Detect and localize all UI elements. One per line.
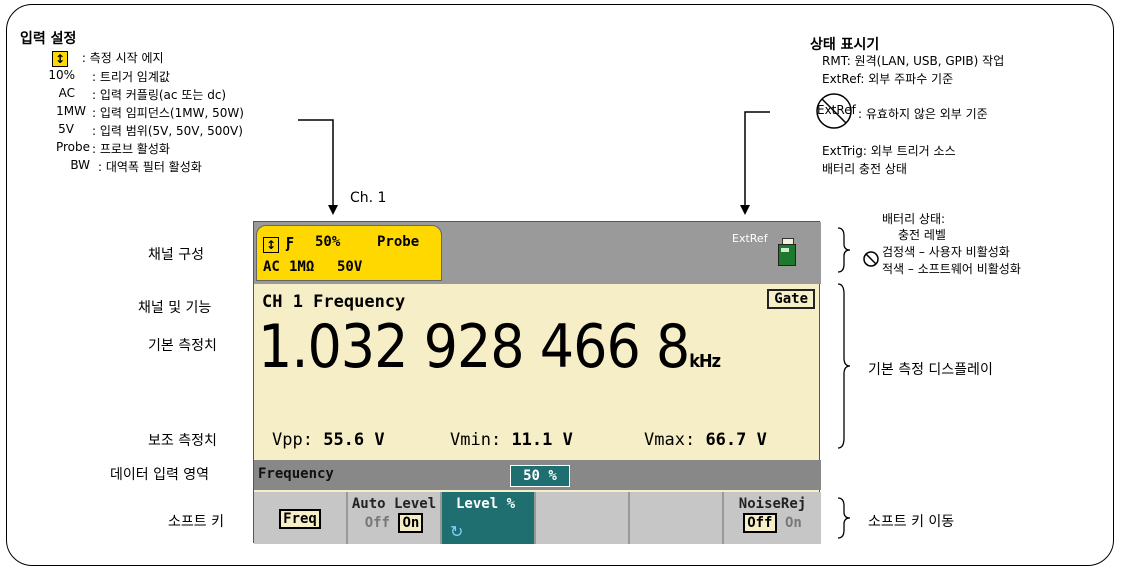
label-primary: 기본 측정치 bbox=[148, 338, 217, 354]
auto-level-off: Off bbox=[364, 515, 390, 531]
slope-icon: ↕ bbox=[263, 237, 279, 253]
auto-level-on: On bbox=[398, 513, 424, 533]
noiserej-on: On bbox=[784, 515, 802, 531]
slope-icon: ↕ bbox=[52, 50, 68, 67]
status-extref: ExtRef: 외부 주파수 기준 bbox=[822, 72, 954, 86]
label-softkeys: 소프트 키 bbox=[168, 514, 224, 530]
battery-icon bbox=[778, 238, 796, 266]
battery-status-black: 검정색 – 사용자 비활성화 bbox=[882, 245, 1010, 259]
probe-indicator: Probe bbox=[377, 234, 420, 250]
data-entry-area: Frequency 50 % bbox=[254, 460, 821, 490]
primary-value: 1.032 928 466 8 bbox=[258, 312, 690, 382]
label-secondary: 보조 측정치 bbox=[148, 433, 217, 449]
battery-status-red: 적색 – 소프트웨어 비활성화 bbox=[882, 262, 1021, 276]
primary-unit: kHz bbox=[689, 351, 721, 372]
label-softkey-nav: 소프트 키 이동 bbox=[868, 514, 955, 530]
label-data-entry: 데이터 입력 영역 bbox=[110, 467, 210, 483]
input-range: 50V bbox=[337, 259, 363, 275]
primary-measurement: 1.032 928 466 8kHz bbox=[258, 312, 721, 382]
battery-disabled-icon bbox=[863, 251, 879, 267]
label-channel-config: 채널 구성 bbox=[148, 247, 204, 263]
battery-status-title: 배터리 상태: bbox=[882, 212, 946, 226]
softkey-bar: Freq Auto Level Off On Level % ↻ NoiseRe… bbox=[254, 492, 821, 544]
status-exttrig: ExtTrig: 외부 트리거 소스 bbox=[822, 144, 956, 158]
softkey-blank-1[interactable] bbox=[536, 492, 630, 544]
coupling: AC bbox=[263, 259, 280, 275]
softkey-freq[interactable]: Freq bbox=[254, 492, 348, 544]
edge-icon: Ƒ bbox=[285, 234, 295, 252]
battery-status-level: 충전 레벨 bbox=[898, 228, 946, 242]
ch1-label: Ch. 1 bbox=[350, 190, 387, 206]
status-indicators-title: 상태 표시기 bbox=[810, 37, 880, 53]
softkey-auto-level[interactable]: Auto Level Off On bbox=[348, 492, 442, 544]
instrument-display: ↕ Ƒ 50% Probe AC 1MΩ 50V ExtRef CH 1 Fre… bbox=[253, 221, 821, 544]
input-settings-title: 입력 설정 bbox=[20, 31, 77, 47]
status-extref-invalid: : 유효하지 않은 외부 기준 bbox=[858, 107, 988, 121]
gate-indicator: Gate bbox=[767, 289, 815, 309]
noiserej-off: Off bbox=[743, 513, 777, 533]
secondary-vmin: Vmin: 11.1 V bbox=[450, 430, 573, 450]
label-channel-function: 채널 및 기능 bbox=[138, 300, 212, 316]
extref-invalid-icon: ExtRef bbox=[815, 92, 856, 130]
status-rmt: RMT: 원격(LAN, USB, GPIB) 작업 bbox=[822, 54, 1005, 68]
softkey-level-pct[interactable]: Level % ↻ bbox=[442, 492, 536, 544]
status-battery: 배터리 충전 상태 bbox=[822, 162, 907, 176]
trigger-level: 50% bbox=[315, 234, 341, 250]
channel-config-tab[interactable]: ↕ Ƒ 50% Probe AC 1MΩ 50V bbox=[256, 225, 442, 281]
impedance: 1MΩ bbox=[289, 259, 315, 275]
softkey-blank-2[interactable] bbox=[630, 492, 724, 544]
secondary-vpp: Vpp: 55.6 V bbox=[272, 430, 385, 450]
channel-function: CH 1 Frequency bbox=[262, 292, 406, 312]
knob-icon: ↻ bbox=[450, 522, 464, 541]
secondary-vmax: Vmax: 66.7 V bbox=[644, 430, 767, 450]
extref-indicator: ExtRef bbox=[732, 232, 768, 245]
legend-row-edge: ↕ : 측정 시작 에지 bbox=[52, 49, 164, 67]
softkey-noiserej[interactable]: NoiseRej Off On bbox=[724, 492, 821, 544]
label-primary-display: 기본 측정 디스플레이 bbox=[868, 362, 993, 378]
entry-field[interactable]: 50 % bbox=[510, 465, 570, 487]
entry-label: Frequency bbox=[258, 466, 334, 482]
